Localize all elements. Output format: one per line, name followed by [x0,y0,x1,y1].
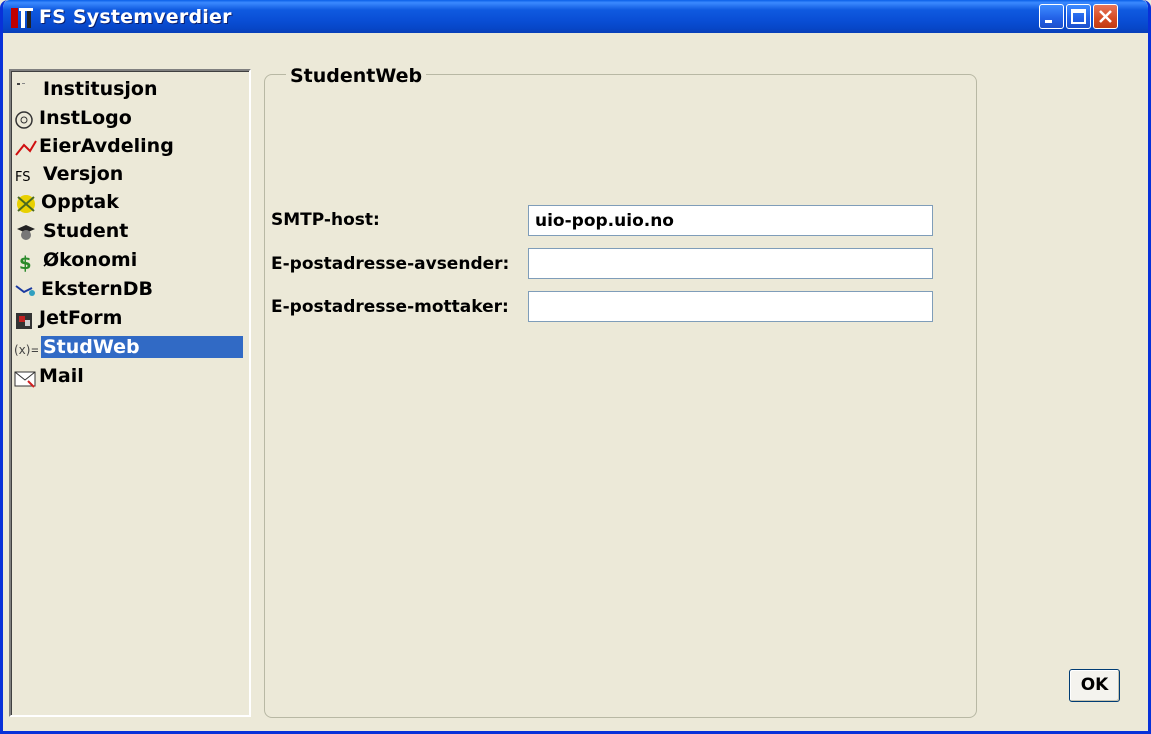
sidebar-item-opptak[interactable]: Opptak [11,190,251,218]
maximize-icon [1071,9,1086,24]
sidebar-item-label: StudWeb [41,336,243,358]
svg-text:FS: FS [15,170,31,185]
owner-department-icon [14,137,38,159]
studentweb-groupbox [264,74,977,718]
sidebar-item-eksterndb[interactable]: EksternDB [11,277,251,305]
formula-icon: (x)= [14,338,41,360]
group-title: StudentWeb [286,65,427,87]
close-button[interactable] [1093,4,1118,29]
svg-text:(x)=: (x)= [14,343,38,357]
mail-icon [14,367,38,389]
ok-button[interactable]: OK [1069,669,1120,702]
sender-address-label: E-postadresse-avsender: [271,254,510,274]
fs-version-icon: FS [14,165,38,187]
sidebar-item-label: JetForm [39,307,123,329]
jetform-icon [14,309,38,331]
window-title: FS Systemverdier [39,6,232,28]
sidebar-item-mail[interactable]: Mail [11,364,251,392]
sidebar-item-label: EierAvdeling [39,135,174,157]
sidebar-item-label: Institusjon [43,78,158,100]
sidebar-item-jetform[interactable]: JetForm [11,306,251,334]
minimize-icon [1045,20,1052,23]
sidebar-item-label: InstLogo [39,107,132,129]
external-db-icon [14,280,38,302]
sidebar-item-student[interactable]: Student [11,219,251,247]
svg-text:$: $ [19,253,32,273]
student-icon [14,222,38,244]
sidebar-item-label: Mail [39,365,84,387]
logo-icon [14,109,38,131]
sidebar-item-label: Økonomi [43,249,138,271]
maximize-button[interactable] [1066,4,1091,29]
sidebar-item-label: Opptak [41,191,119,213]
recipient-address-label: E-postadresse-mottaker: [271,297,509,317]
admission-icon [14,193,38,215]
sidebar-item-eieravdeling[interactable]: EierAvdeling [11,134,251,162]
sidebar-item-institusjon[interactable]: Institusjon [11,77,251,105]
app-icon [11,8,33,28]
dollar-icon: $ [14,251,38,274]
minimize-button[interactable] [1039,4,1064,29]
smtp-host-label: SMTP-host: [271,210,380,230]
sidebar-item-label: Student [43,220,129,242]
close-icon [1099,10,1112,23]
sender-address-input[interactable] [528,248,933,279]
sidebar-item-versjon[interactable]: FS Versjon [11,162,251,190]
sidebar-item-label: EksternDB [41,278,154,300]
sidebar-item-studweb[interactable]: (x)= StudWeb [11,335,243,363]
sidebar-item-instlogo[interactable]: InstLogo [11,106,251,134]
smtp-host-input[interactable] [528,205,933,236]
institution-icon [14,80,38,102]
sidebar-item-label: Versjon [43,163,124,185]
sidebar-item-okonomi[interactable]: $ Økonomi [11,248,251,276]
recipient-address-input[interactable] [528,291,933,322]
title-bar[interactable]: FS Systemverdier [3,0,1148,33]
main-window: FS Systemverdier Institusjon InstLogo Ei… [0,0,1151,734]
